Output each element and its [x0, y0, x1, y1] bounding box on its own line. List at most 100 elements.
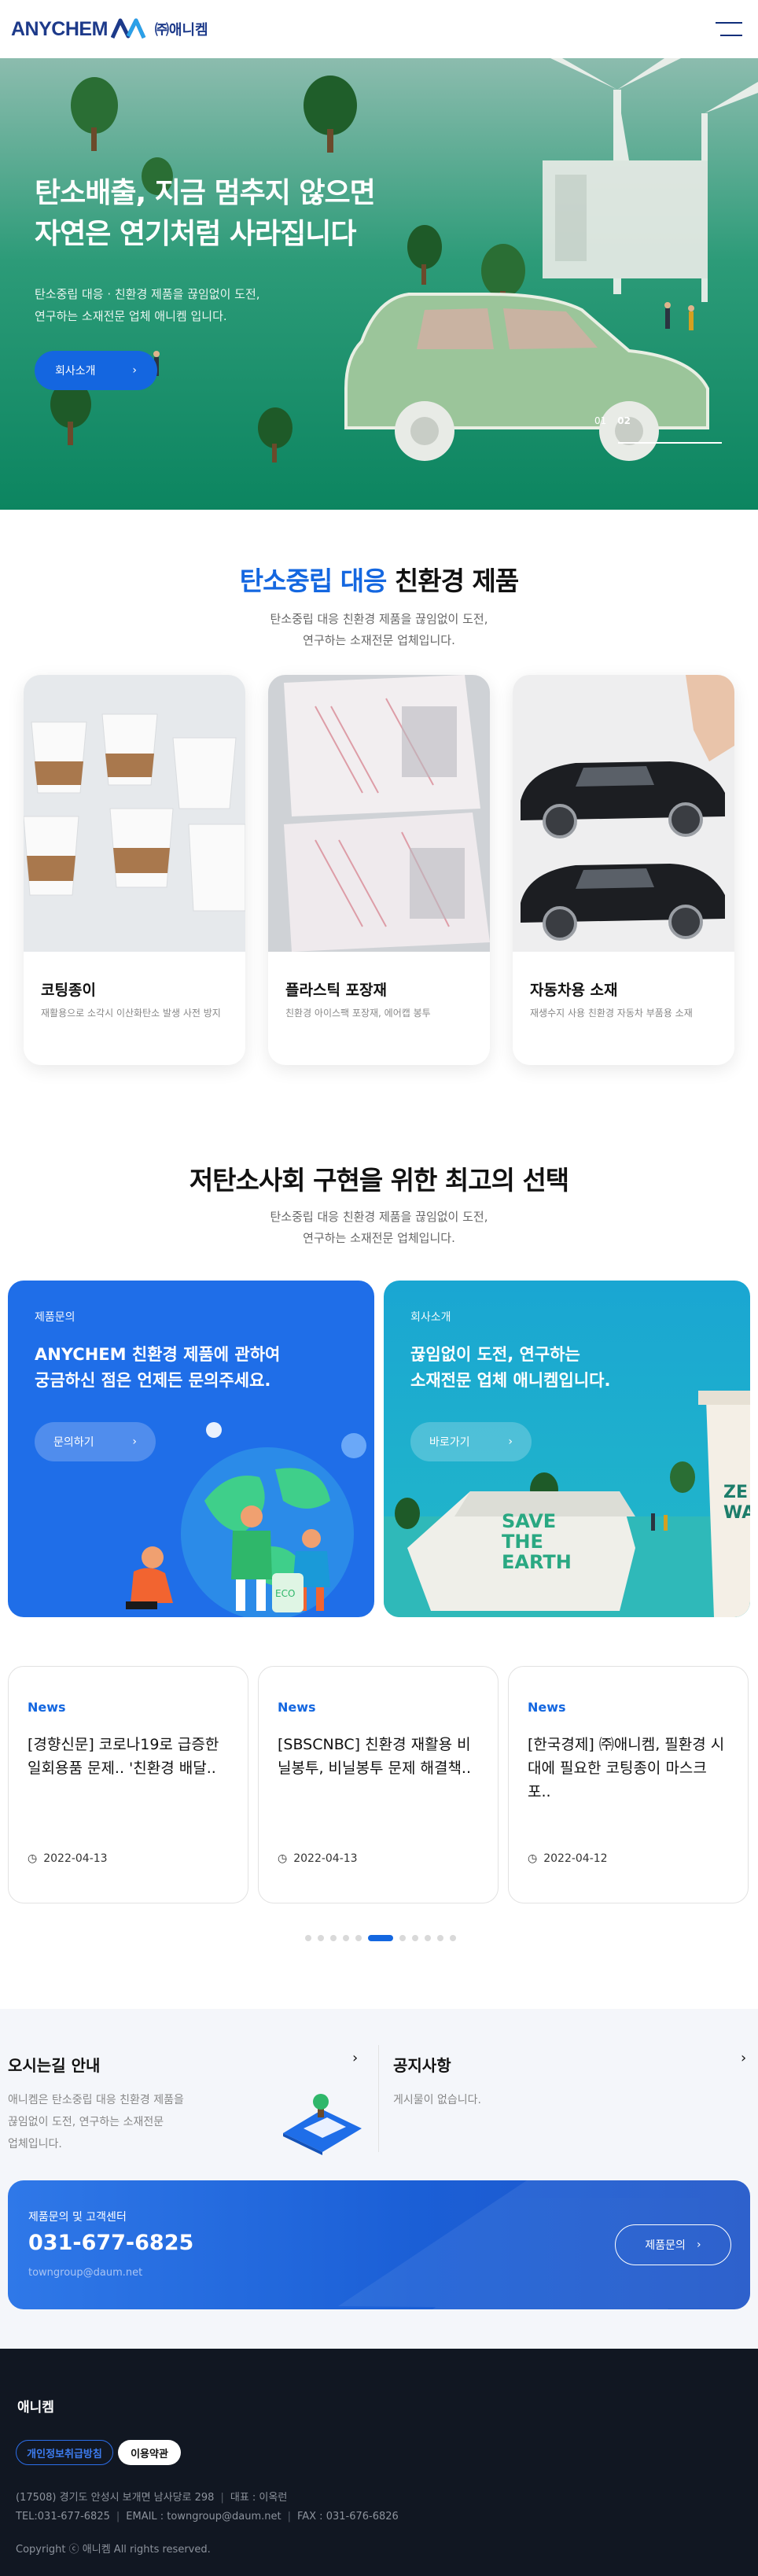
- box-text-3: EARTH: [502, 1551, 572, 1573]
- pagination-dot[interactable]: [355, 1935, 362, 1941]
- desc-line: 탄소중립 대응 친환경 제품을 끊임없이 도전,: [270, 612, 488, 626]
- cup-text-1: ZE: [723, 1483, 748, 1502]
- inquiry-button-label: 문의하기: [53, 1436, 94, 1449]
- privacy-policy-link[interactable]: 개인정보취급방침: [16, 2440, 113, 2465]
- news-date: ◷ 2022-04-12: [528, 1852, 608, 1865]
- logo-korean: ㈜애니켐: [154, 22, 208, 39]
- footer-address-line: (17508) 경기도 안성시 보개면 남사당로 298 | 대표 : 이옥런: [16, 2492, 288, 2504]
- product-name: 플라스틱 포장재: [285, 982, 387, 999]
- card-heading: ANYCHEM 친환경 제품에 관하여 궁금하신 점은 언제든 문의주세요.: [35, 1342, 280, 1394]
- hero-title-line: 탄소배출, 지금 멈추지 않으면: [35, 177, 376, 209]
- hamburger-icon[interactable]: [716, 19, 742, 39]
- news-card[interactable]: News [SBSCNBC] 친환경 재활용 비닐봉투, 비닐봉투 문제 해결책…: [258, 1666, 499, 1903]
- chevron-right-icon: ›: [508, 1435, 513, 1448]
- pagination-dot[interactable]: [425, 1935, 431, 1941]
- news-card[interactable]: News [한국경제] ㈜애니켐, 필환경 시대에 필요한 코팅종이 마스크 포…: [508, 1666, 749, 1903]
- hero-title-line: 자연은 연기처럼 사라집니다: [35, 218, 357, 250]
- pagination-dot[interactable]: [343, 1935, 349, 1941]
- slide-number[interactable]: 01: [594, 415, 606, 426]
- company-intro-card[interactable]: SAVE THE EARTH ZE WA 회사소개 끊임없이 도전, 연구하는 …: [384, 1281, 750, 1617]
- news-card[interactable]: News [경향신문] 코로나19로 급증한 일회용품 문제.. '친환경 배달…: [8, 1666, 248, 1903]
- pagination-dot[interactable]: [305, 1935, 311, 1941]
- footer-email: EMAIL : towngroup@daum.net: [126, 2511, 281, 2523]
- news-title: [한국경제] ㈜애니켐, 필환경 시대에 필요한 코팅종이 마스크 포..: [528, 1736, 725, 1800]
- card-heading-line: 끊임없이 도전, 연구하는: [410, 1345, 580, 1364]
- chevron-right-icon[interactable]: ›: [352, 2050, 358, 2066]
- logo-text: ANYCHEM: [11, 17, 108, 40]
- product-desc: 재생수지 사용 친환경 자동차 부품용 소재: [530, 1008, 693, 1019]
- news-category: News: [28, 1700, 66, 1715]
- customer-phone[interactable]: 031-677-6825: [28, 2231, 193, 2255]
- card-heading-line: 소재전문 업체 애니켐입니다.: [410, 1371, 611, 1390]
- pagination-dot[interactable]: [450, 1935, 456, 1941]
- slide-pager: 01 02: [594, 415, 631, 426]
- hero-desc-line: 연구하는 소재전문 업체 애니켐 입니다.: [35, 309, 227, 323]
- products-section-title: 탄소중립 대응 친환경 제품: [0, 560, 758, 598]
- pagination-dot[interactable]: [318, 1935, 324, 1941]
- chevron-right-icon: ›: [132, 364, 137, 377]
- card-heading-line: 궁금하신 점은 언제든 문의주세요.: [35, 1371, 271, 1390]
- map-location-icon: [283, 2094, 362, 2155]
- title-highlight: 탄소중립 대응: [239, 566, 388, 596]
- pagination-dot[interactable]: [330, 1935, 337, 1941]
- directions-title[interactable]: 오시는길 안내: [8, 2053, 100, 2076]
- divider: [378, 2045, 379, 2152]
- box-text-1: SAVE: [502, 1510, 556, 1532]
- news-date-text: 2022-04-13: [293, 1852, 358, 1865]
- pagination-dot-active[interactable]: [368, 1935, 393, 1941]
- slide-number-active[interactable]: 02: [617, 415, 631, 426]
- product-desc: 친환경 아이스팩 포장재, 에어캡 봉투: [285, 1008, 431, 1019]
- card-kicker: 제품문의: [35, 1311, 75, 1324]
- product-card-coated-paper[interactable]: 코팅종이 재활용으로 소각시 이산화탄소 발생 사전 방지: [24, 675, 245, 1065]
- page: ANYCHEM ㈜애니켐 탄소배출, 지금 멈추지 않으면 자연은 연기처럼 사…: [0, 0, 758, 2576]
- slide-progress-fill: [618, 442, 722, 444]
- news-date-text: 2022-04-13: [43, 1852, 108, 1865]
- news-category: News: [528, 1700, 566, 1715]
- cup-text-2: WA: [723, 1503, 750, 1523]
- card-kicker: 회사소개: [410, 1311, 451, 1324]
- footer-copyright: Copyright ⓒ 애니켐 All rights reserved.: [16, 2544, 211, 2556]
- product-name: 코팅종이: [41, 982, 96, 999]
- news-category: News: [278, 1700, 316, 1715]
- inquiry-button[interactable]: 문의하기 ›: [35, 1422, 156, 1461]
- notice-title[interactable]: 공지사항: [393, 2053, 451, 2076]
- directions-line: 업체입니다.: [8, 2138, 62, 2150]
- shortcut-button-label: 바로가기: [429, 1436, 470, 1449]
- pagination-dot[interactable]: [412, 1935, 418, 1941]
- title-text: 친환경 제품: [394, 566, 519, 596]
- terms-link[interactable]: 이용약관: [118, 2440, 181, 2465]
- product-card-automotive-material[interactable]: 자동차용 소재 재생수지 사용 친환경 자동차 부품용 소재: [513, 675, 734, 1065]
- footer-brand: 애니켐: [17, 2400, 54, 2416]
- product-inquiry-button[interactable]: 제품문의 ›: [615, 2224, 731, 2265]
- clock-icon: ◷: [28, 1852, 38, 1865]
- desc-line: 연구하는 소재전문 업체입니다.: [303, 1231, 455, 1245]
- footer-contact-line: TEL:031-677-6825 | EMAIL : towngroup@daum.…: [16, 2511, 399, 2523]
- desc-line: 탄소중립 대응 친환경 제품을 끊임없이 도전,: [270, 1210, 488, 1224]
- product-desc: 재활용으로 소각시 이산화탄소 발생 사전 방지: [41, 1008, 221, 1019]
- footer-ceo: 대표 : 이옥런: [230, 2492, 288, 2504]
- chevron-right-icon[interactable]: ›: [741, 2050, 746, 2066]
- site-footer: 애니켐 개인정보취급방침 이용약관 (17508) 경기도 안성시 보개면 남사…: [0, 2349, 758, 2576]
- logo-mark-icon: [110, 18, 146, 39]
- company-intro-button[interactable]: 회사소개 ›: [35, 351, 157, 390]
- products-section-desc: 탄소중립 대응 친환경 제품을 끊임없이 도전, 연구하는 소재전문 업체입니다…: [0, 609, 758, 651]
- customer-email[interactable]: towngroup@daum.net: [28, 2267, 142, 2279]
- pagination-dot[interactable]: [437, 1935, 443, 1941]
- shortcut-button[interactable]: 바로가기 ›: [410, 1422, 532, 1461]
- footer-fax: FAX : 031-676-6826: [296, 2511, 399, 2523]
- news-title: [SBSCNBC] 친환경 재활용 비닐봉투, 비닐봉투 문제 해결책..: [278, 1736, 471, 1777]
- pagination-dot[interactable]: [399, 1935, 406, 1941]
- clock-icon: ◷: [528, 1852, 538, 1865]
- footer-tel: TEL:031-677-6825: [16, 2511, 110, 2523]
- chevron-right-icon: ›: [132, 1435, 137, 1448]
- clock-icon: ◷: [278, 1852, 288, 1865]
- product-card-plastic-packaging[interactable]: 플라스틱 포장재 친환경 아이스팩 포장재, 에어캡 봉투: [268, 675, 490, 1065]
- logo[interactable]: ANYCHEM ㈜애니켐: [11, 17, 208, 41]
- hero-description: 탄소중립 대응 · 친환경 제품을 끊임없이 도전, 연구하는 소재전문 업체 …: [35, 283, 260, 327]
- hero-desc-line: 탄소중립 대응 · 친환경 제품을 끊임없이 도전,: [35, 287, 260, 301]
- news-title: [경향신문] 코로나19로 급증한 일회용품 문제.. '친환경 배달..: [28, 1736, 219, 1777]
- product-inquiry-label: 제품문의: [645, 2239, 686, 2252]
- chevron-right-icon: ›: [696, 2239, 701, 2251]
- hero-title: 탄소배출, 지금 멈추지 않으면 자연은 연기처럼 사라집니다: [35, 173, 376, 255]
- product-inquiry-card[interactable]: ECO 제품문의 ANYCHEM 친환경 제품에 관하여 궁금하신 점은 언제든…: [8, 1281, 374, 1617]
